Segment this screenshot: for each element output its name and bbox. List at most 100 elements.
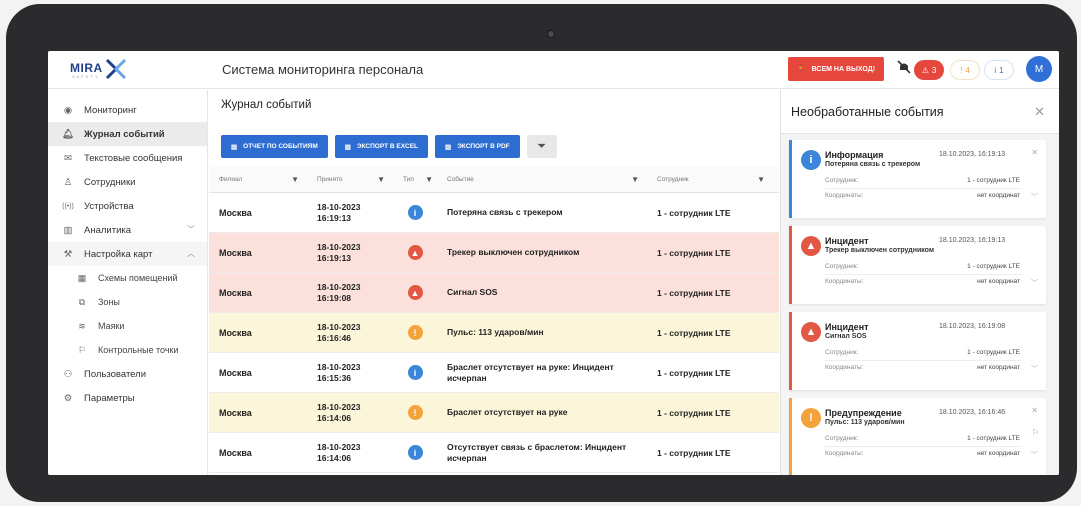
event-card[interactable]: i Информация 18.10.2023, 16:19:13 Потеря…	[789, 140, 1046, 218]
export-pdf-button[interactable]: ▨ ЭКСПОРТ В PDF	[435, 135, 520, 158]
sidebar-item-devices[interactable]: ((•)) Устройства	[48, 194, 207, 218]
card-description: Трекер выключен сотрудником	[825, 247, 935, 254]
filter-icon[interactable]: ▼	[425, 175, 433, 184]
sidebar-item-floor-plans[interactable]: ▦ Схемы помещений	[48, 266, 207, 290]
logo-text: MIRA	[70, 61, 103, 75]
sidebar-item-analytics[interactable]: ▥ Аналитика ﹀	[48, 218, 207, 242]
warning-triangle-icon: ▲	[801, 236, 821, 256]
logo[interactable]: MIRA SAFETY	[70, 57, 130, 83]
clear-filter-button[interactable]: ⏷	[526, 135, 557, 158]
cell-date: 18-10-2023	[317, 201, 361, 212]
critical-counter-badge[interactable]: ⚠ 3	[914, 60, 944, 80]
sidebar-item-users[interactable]: ⚇ Пользователи	[48, 362, 207, 386]
sidebar-item-settings[interactable]: ⚙ Параметры	[48, 386, 207, 410]
sidebar-item-messages[interactable]: ✉ Текстовые сообщения	[48, 146, 207, 170]
event-card[interactable]: ! Предупреждение 18.10.2023, 16:16:46 Пу…	[789, 398, 1046, 475]
column-header-type[interactable]: Тип ▼	[393, 167, 437, 193]
sidebar-item-label: Зоны	[98, 297, 120, 307]
sidebar-item-beacons[interactable]: ≋ Маяки	[48, 314, 207, 338]
event-card[interactable]: ▲ Инцидент 18.10.2023, 16:19:08 Сигнал S…	[789, 312, 1046, 390]
divider	[825, 188, 1022, 189]
card-time: 18.10.2023, 16:19:13	[939, 151, 1006, 158]
employee-value: 1 - сотрудник LTE	[967, 263, 1020, 270]
cell-date: 18-10-2023	[317, 441, 361, 452]
flag-icon[interactable]: ⚐	[1032, 428, 1039, 437]
column-header-employee[interactable]: Сотрудник ▼	[647, 167, 767, 193]
info-icon: i	[407, 445, 423, 460]
cell-type: i	[393, 205, 437, 220]
cell-type: i	[393, 445, 437, 460]
cell-branch: Москва	[219, 247, 252, 258]
avatar[interactable]: M	[1026, 56, 1052, 82]
sidebar-item-monitoring[interactable]: ◉ Мониторинг	[48, 98, 207, 122]
dismiss-icon[interactable]: ✕	[1031, 148, 1038, 157]
info-counter-badge[interactable]: i 1	[984, 60, 1014, 80]
export-excel-button[interactable]: ▧ ЭКСПОРТ В EXCEL	[334, 135, 429, 158]
sidebar-item-label: Маяки	[98, 321, 125, 331]
cell-time: 16:14:06	[317, 452, 352, 463]
filter-icon[interactable]: ▼	[377, 175, 385, 184]
warning-triangle-icon: ▲	[801, 322, 821, 342]
cell-employee: 1 - сотрудник LTE	[657, 247, 731, 258]
event-card[interactable]: ▲ Инцидент 18.10.2023, 16:19:13 Трекер в…	[789, 226, 1046, 304]
users-icon: ⚇	[63, 368, 73, 380]
logo-subtext: SAFETY	[72, 74, 100, 79]
filter-icon[interactable]: ▼	[291, 175, 299, 184]
sidebar-item-checkpoints[interactable]: ⚐ Контрольные точки	[48, 338, 207, 362]
employee-value: 1 - сотрудник LTE	[967, 177, 1020, 184]
cell-time: 16:19:13	[317, 252, 352, 263]
card-description: Потеряна связь с трекером	[825, 161, 921, 168]
sidebar-item-employees[interactable]: ♙ Сотрудники	[48, 170, 207, 194]
cell-date: 18-10-2023	[317, 321, 361, 332]
column-header-event[interactable]: Событие ▼	[437, 167, 647, 193]
cell-employee: 1 - сотрудник LTE	[657, 367, 731, 378]
filter-clear-icon: ⏷	[537, 141, 546, 152]
table-row[interactable]: Москва 18-10-2023 16:19:13 ▲ Трекер выклю…	[209, 233, 779, 273]
person-icon: ♙	[63, 176, 73, 188]
event-report-button[interactable]: ▤ ОТЧЕТ ПО СОБЫТИЯМ	[221, 135, 328, 158]
chevron-down-icon[interactable]: ﹀	[1031, 192, 1038, 202]
coords-value: нет координат	[977, 450, 1020, 457]
event-report-label: ОТЧЕТ ПО СОБЫТИЯМ	[243, 143, 318, 150]
sidebar-item-zones[interactable]: ⧉ Зоны	[48, 290, 207, 314]
close-icon[interactable]: ✕	[1034, 104, 1045, 120]
mute-alerts-icon[interactable]	[896, 59, 912, 75]
sidebar-item-label: Аналитика	[84, 224, 132, 236]
table-row[interactable]: Москва 18-10-2023 16:15:36 i Браслет отсу…	[209, 353, 779, 393]
sidebar-item-map-settings[interactable]: ⚒ Настройка карт ︿	[48, 242, 207, 266]
evacuate-all-button[interactable]: 🏃 ВСЕМ НА ВЫХОД!	[788, 57, 884, 81]
warning-triangle-icon: ▲	[407, 285, 423, 300]
info-icon: i	[407, 365, 423, 380]
table-row[interactable]: Москва 18-10-2023 16:19:13 i Потеряна свя…	[209, 193, 779, 233]
column-label: Сотрудник	[657, 176, 689, 183]
table-row[interactable]: Москва 18-10-2023 16:16:46 ! Пульс: 113 у…	[209, 313, 779, 353]
coords-label: Координаты:	[825, 278, 864, 285]
column-header-received[interactable]: Принято ▼	[307, 167, 393, 193]
chevron-down-icon[interactable]: ﹀	[1031, 278, 1038, 288]
employee-value: 1 - сотрудник LTE	[967, 435, 1020, 442]
cell-event: Трекер выключен сотрудником	[447, 247, 580, 257]
table-row[interactable]: Москва 18-10-2023 16:14:06 ! Браслет отсу…	[209, 393, 779, 433]
column-header-branch[interactable]: Филиал ▼	[209, 167, 307, 193]
chevron-down-icon[interactable]: ﹀	[1031, 450, 1038, 460]
warning-count: 4	[965, 65, 970, 75]
chevron-down-icon[interactable]: ﹀	[1031, 364, 1038, 374]
page-title: Журнал событий	[221, 99, 312, 111]
dismiss-icon[interactable]: ✕	[1031, 406, 1038, 415]
exclamation-icon: !	[960, 65, 963, 75]
cell-branch: Москва	[219, 367, 252, 378]
sidebar-item-event-log[interactable]: 🔔︎ Журнал событий	[48, 122, 207, 146]
sidebar-item-label: Пользователи	[84, 368, 147, 380]
filter-icon[interactable]: ▼	[631, 175, 639, 184]
warning-counter-badge[interactable]: ! 4	[950, 60, 980, 80]
table-row[interactable]: Москва 18-10-2023 16:19:08 ▲ Сигнал SOS 1…	[209, 273, 779, 313]
event-log-main: Журнал событий ▤ ОТЧЕТ ПО СОБЫТИЯМ ▧ ЭКС…	[209, 90, 779, 475]
table-row[interactable]: Москва 18-10-2023 16:14:06 i Отсутствует …	[209, 433, 779, 473]
filter-icon[interactable]: ▼	[757, 175, 765, 184]
cell-received: 18-10-2023 16:19:13	[307, 202, 393, 224]
toolbar: ▤ ОТЧЕТ ПО СОБЫТИЯМ ▧ ЭКСПОРТ В EXCEL ▨ …	[221, 135, 557, 158]
sidebar-item-label: Журнал событий	[84, 128, 165, 140]
eye-icon: ◉	[63, 104, 73, 116]
gear-icon: ⚙	[63, 392, 73, 404]
cell-employee: 1 - сотрудник LTE	[657, 407, 731, 418]
